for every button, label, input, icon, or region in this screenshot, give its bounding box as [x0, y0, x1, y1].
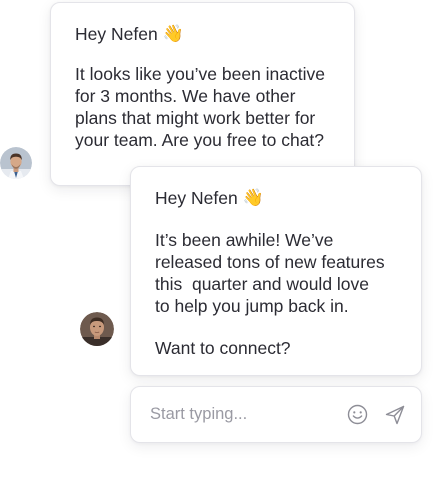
message-input[interactable] — [150, 405, 337, 424]
greeting-text: Hey Nefen — [155, 188, 238, 208]
message-bubble-1: Hey Nefen 👋 It looks like you’ve been in… — [50, 2, 355, 186]
send-icon[interactable] — [383, 403, 407, 427]
chat-stage: Hey Nefen 👋 It looks like you’ve been in… — [0, 0, 448, 486]
message-body: It’s been awhile! We’ve released tons of… — [155, 230, 385, 316]
message-greeting: Hey Nefen 👋 — [155, 187, 403, 209]
avatar — [80, 312, 114, 346]
greeting-text: Hey Nefen — [75, 24, 158, 44]
message-body: It looks like you’ve been inactive for 3… — [75, 64, 325, 150]
message-greeting: Hey Nefen 👋 — [75, 23, 336, 45]
waving-hand-icon: 👋 — [242, 188, 264, 207]
message-composer — [130, 386, 422, 443]
avatar — [0, 147, 32, 179]
smiley-icon[interactable] — [345, 403, 369, 427]
message-bubble-2: Hey Nefen 👋 It’s been awhile! We’ve rele… — [130, 166, 422, 376]
waving-hand-icon: 👋 — [162, 24, 184, 43]
message-body-cta: Want to connect? — [155, 338, 291, 358]
